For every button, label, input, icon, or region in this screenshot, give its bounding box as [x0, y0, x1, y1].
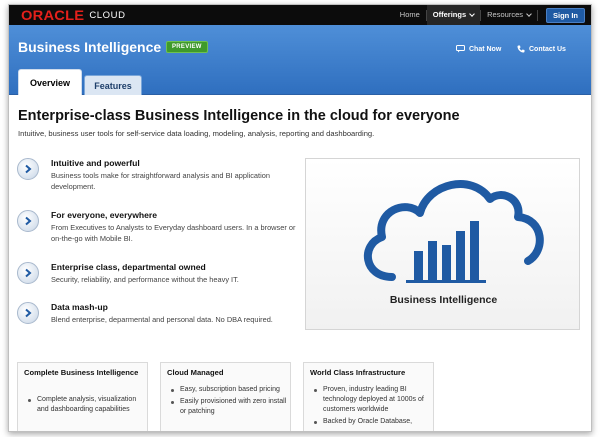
feature-description: Blend enterprise, deparmental and person… [51, 315, 273, 324]
nav-resources[interactable]: Resources [481, 5, 537, 25]
chevron-right-icon [17, 302, 39, 324]
logo-word: ORACLE [21, 7, 85, 23]
card-title: Cloud Managed [167, 368, 224, 377]
oracle-cloud-logo[interactable]: ORACLE CLOUD [21, 7, 126, 23]
chevron-right-icon [17, 262, 39, 284]
chat-now-label: Chat Now [469, 45, 502, 53]
nav-offerings-label: Offerings [432, 10, 467, 19]
list-item: Easily provisioned with zero install or … [171, 397, 287, 417]
chat-now-link[interactable]: Chat Now [456, 45, 501, 53]
main-nav: Home Offerings Resources Sign In [394, 5, 585, 25]
feature-title: For everyone, everywhere [51, 210, 158, 220]
chat-bubble-icon [456, 45, 465, 53]
card-list: Complete analysis, visualization and das… [28, 395, 144, 417]
overview-content: Enterprise-class Business Intelligence i… [9, 96, 591, 431]
info-card: Complete Business Intelligence Complete … [17, 362, 148, 431]
sign-in-button[interactable]: Sign In [546, 7, 585, 23]
list-item: Backed by Oracle Database, [314, 417, 430, 427]
cloud-bar-chart-icon [363, 180, 544, 283]
chevron-right-icon [17, 158, 39, 180]
contact-us-link[interactable]: Contact Us [517, 45, 566, 53]
feature-title: Data mash-up [51, 302, 108, 312]
preview-badge: PREVIEW [166, 41, 208, 53]
info-card: Cloud Managed Easy, subscription based p… [160, 362, 291, 431]
list-item: Easy, subscription based pricing [171, 385, 287, 395]
info-card: World Class Infrastructure Proven, indus… [303, 362, 434, 431]
chevron-down-icon [526, 10, 532, 17]
tab-overview[interactable]: Overview [18, 69, 82, 95]
page-title: Business Intelligence [18, 39, 162, 55]
main-subhead: Intuitive, business user tools for self-… [18, 129, 375, 138]
feature-title: Intuitive and powerful [51, 158, 140, 168]
card-list: Proven, industry leading BI technology d… [314, 385, 430, 429]
feature-title: Enterprise class, departmental owned [51, 262, 206, 272]
browser-frame: ORACLE CLOUD Home Offerings Resources Si… [8, 4, 592, 432]
nav-offerings[interactable]: Offerings [426, 5, 481, 25]
main-headline: Enterprise-class Business Intelligence i… [18, 108, 460, 124]
feature-description: Security, reliability, and performance w… [51, 275, 239, 284]
nav-divider [537, 9, 538, 21]
card-list: Easy, subscription based pricing Easily … [171, 385, 287, 419]
feature-description: From Executives to Analysts to Everyday … [51, 223, 296, 243]
feature-description: Business tools make for straightforward … [51, 171, 270, 191]
contact-us-label: Contact Us [529, 45, 566, 53]
phone-icon [517, 45, 525, 53]
list-item: Complete analysis, visualization and das… [28, 395, 144, 415]
promo-panel: Business Intelligence [305, 158, 580, 330]
logo-suffix: CLOUD [89, 9, 126, 21]
product-header: Business Intelligence PREVIEW Chat Now C… [9, 25, 591, 95]
nav-home[interactable]: Home [394, 5, 426, 25]
top-nav-bar: ORACLE CLOUD Home Offerings Resources Si… [9, 5, 591, 25]
list-item: Proven, industry leading BI technology d… [314, 385, 430, 415]
nav-resources-label: Resources [487, 10, 523, 19]
chevron-right-icon [17, 210, 39, 232]
promo-caption: Business Intelligence [389, 294, 498, 306]
tab-features[interactable]: Features [84, 75, 142, 95]
card-title: World Class Infrastructure [310, 368, 406, 377]
card-title: Complete Business Intelligence [24, 368, 139, 377]
chevron-down-icon [469, 10, 475, 17]
